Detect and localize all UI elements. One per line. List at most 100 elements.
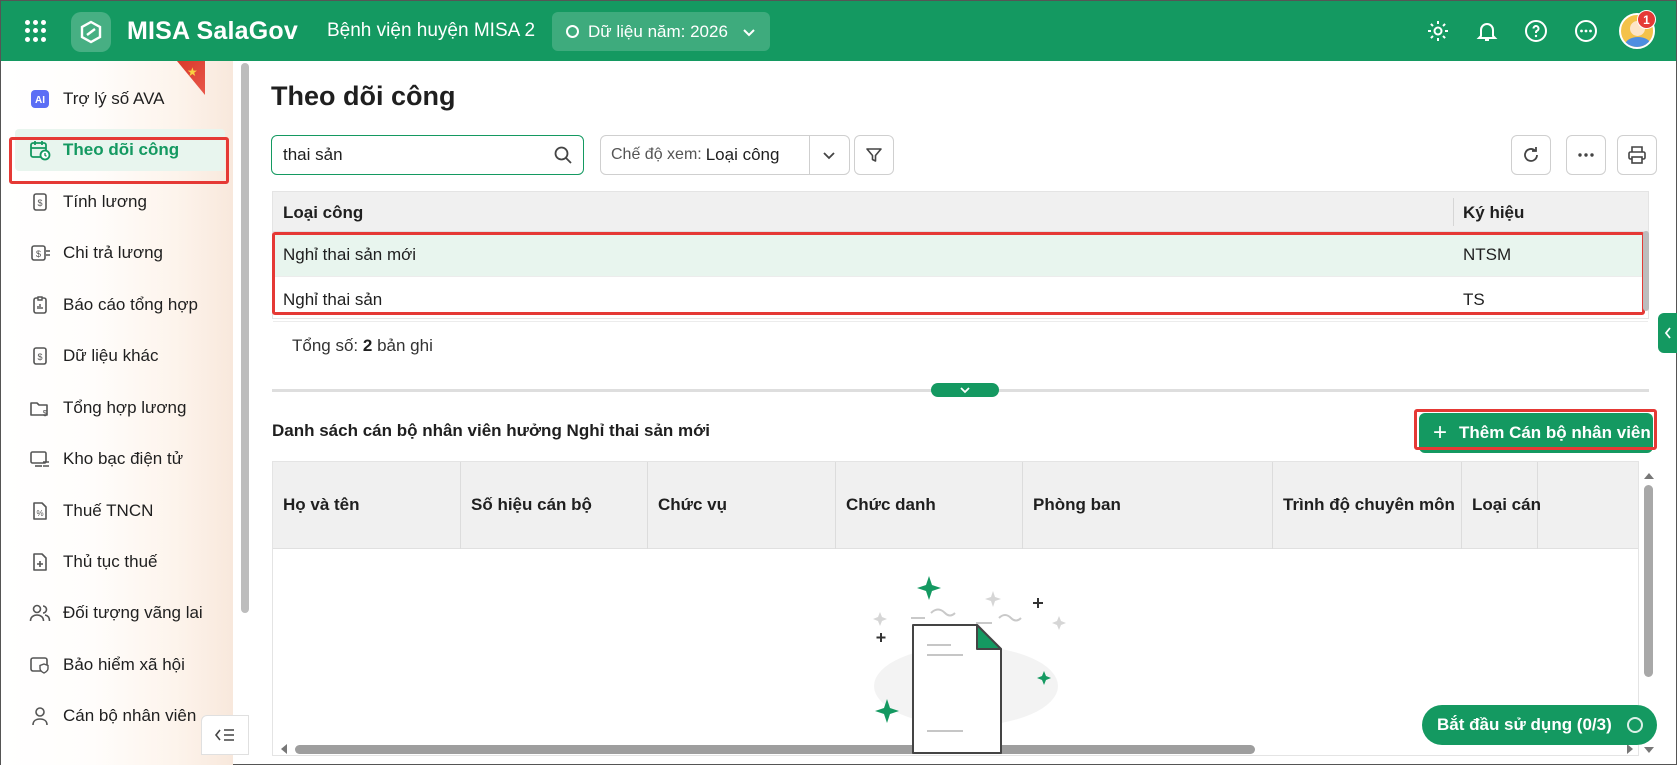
person-icon bbox=[29, 705, 51, 727]
more-actions-button[interactable] bbox=[1566, 135, 1606, 175]
column-header[interactable]: Loại công bbox=[283, 203, 363, 223]
bell-icon[interactable] bbox=[1473, 17, 1501, 45]
sidebar-scrollbar[interactable] bbox=[241, 63, 249, 613]
print-button[interactable] bbox=[1617, 135, 1657, 175]
year-label: Dữ liệu năm: 2026 bbox=[588, 21, 728, 41]
add-staff-button[interactable]: + Thêm Cán bộ nhân viên bbox=[1419, 413, 1653, 453]
cell-code: TS bbox=[1463, 290, 1485, 309]
organization-name: Bệnh viện huyện MISA 2 bbox=[327, 20, 536, 41]
collapse-icon bbox=[214, 729, 234, 741]
svg-text:$: $ bbox=[37, 352, 42, 362]
refresh-button[interactable] bbox=[1511, 135, 1551, 175]
work-type-table: Loại công Ký hiệu Nghỉ thai sản mới NTSM… bbox=[272, 191, 1649, 322]
chevron-down-icon bbox=[742, 24, 756, 44]
chevron-left-icon bbox=[1664, 327, 1671, 339]
staff-list-title: Danh sách cán bộ nhân viên hưởng Nghỉ th… bbox=[272, 421, 710, 440]
filter-button[interactable] bbox=[854, 135, 894, 175]
sidebar-item-label: Thuế TNCN bbox=[63, 501, 154, 520]
column-header[interactable]: Chức danh bbox=[836, 462, 1023, 549]
table-row[interactable]: Nghỉ thai sản mới NTSM bbox=[273, 233, 1648, 277]
app-launcher-icon[interactable] bbox=[25, 20, 47, 42]
report-icon bbox=[29, 294, 51, 316]
table-row[interactable]: Nghỉ thai sản TS bbox=[273, 278, 1648, 322]
column-header[interactable]: Số hiệu cán bộ bbox=[461, 462, 648, 549]
sidebar-item-label: Đối tượng vãng lai bbox=[63, 603, 203, 622]
gear-icon[interactable] bbox=[1424, 17, 1452, 45]
cell-work-type: Nghỉ thai sản mới bbox=[283, 245, 417, 264]
users-icon bbox=[29, 602, 51, 624]
column-header[interactable]: Chức vụ bbox=[648, 462, 836, 549]
horizontal-scroll-thumb[interactable] bbox=[295, 745, 1255, 754]
calendar-clock-icon bbox=[29, 139, 51, 161]
sidebar-item[interactable]: Đối tượng vãng lai bbox=[15, 592, 225, 634]
sidebar-item[interactable]: Theo dõi công bbox=[15, 129, 225, 171]
expand-panel-tab[interactable] bbox=[1658, 313, 1677, 353]
sidebar-item[interactable]: $ Tổng hợp lương bbox=[15, 387, 225, 429]
sidebar-item[interactable]: Thủ tục thuế bbox=[15, 541, 225, 583]
column-header[interactable]: Loại cán bbox=[1462, 462, 1541, 549]
sidebar-item-label: Cán bộ nhân viên bbox=[63, 706, 197, 725]
svg-text:$: $ bbox=[36, 249, 41, 259]
search-input[interactable]: thai sản bbox=[271, 135, 584, 175]
printer-icon bbox=[1628, 146, 1646, 164]
app-title: MISA SalaGov bbox=[127, 17, 298, 45]
sidebar-item[interactable]: Kho bạc điện tử bbox=[15, 438, 225, 480]
year-selector[interactable]: Dữ liệu năm: 2026 bbox=[552, 12, 770, 51]
sidebar-item[interactable]: Cán bộ nhân viên bbox=[15, 695, 225, 737]
svg-text:AI: AI bbox=[35, 95, 45, 106]
total-count: 2 bbox=[362, 336, 373, 355]
payment-icon: $ bbox=[29, 242, 51, 264]
sidebar-item-label: Trợ lý số AVA bbox=[63, 89, 165, 108]
ai-icon: AI bbox=[29, 88, 51, 110]
sidebar-item-label: Bảo hiểm xã hội bbox=[63, 655, 185, 674]
sidebar-item-label: Kho bạc điện tử bbox=[63, 449, 184, 468]
sidebar-item[interactable]: Bảo hiểm xã hội bbox=[15, 644, 225, 686]
sidebar-item-label: Theo dõi công bbox=[63, 140, 180, 159]
column-header[interactable]: Trình độ chuyên môn bbox=[1273, 462, 1462, 549]
get-started-button[interactable]: Bắt đầu sử dụng (0/3) bbox=[1422, 705, 1657, 745]
table-header: Loại công Ký hiệu bbox=[273, 192, 1648, 232]
sidebar-item[interactable]: $ Tính lương bbox=[15, 181, 225, 223]
view-mode-label: Chế độ xem: bbox=[611, 146, 702, 163]
svg-text:$: $ bbox=[43, 409, 48, 418]
total-suffix: bản ghi bbox=[377, 336, 433, 355]
data-doc-icon: $ bbox=[29, 345, 51, 367]
sidebar-item-label: Tổng hợp lương bbox=[63, 398, 187, 417]
add-staff-label: Thêm Cán bộ nhân viên bbox=[1459, 423, 1651, 442]
search-value[interactable]: thai sản bbox=[283, 145, 343, 165]
chevron-down-icon[interactable] bbox=[821, 147, 837, 168]
splitter-handle[interactable] bbox=[931, 383, 999, 397]
folder-money-icon: $ bbox=[29, 397, 51, 419]
help-icon[interactable] bbox=[1522, 17, 1550, 45]
treasury-icon bbox=[29, 448, 51, 470]
column-header[interactable]: Ký hiệu bbox=[1463, 203, 1524, 223]
get-started-label: Bắt đầu sử dụng (0/3) bbox=[1437, 715, 1612, 734]
collapse-sidebar-button[interactable] bbox=[201, 715, 249, 755]
view-mode-select[interactable]: Chế độ xem: Loại công bbox=[600, 135, 850, 175]
sidebar-item[interactable]: % Thuế TNCN bbox=[15, 490, 225, 532]
sidebar-item-label: Tính lương bbox=[63, 192, 147, 211]
view-mode-value: Loại công bbox=[705, 145, 780, 164]
top-bar: MISA SalaGov Bệnh viện huyện MISA 2 Dữ l… bbox=[1, 1, 1676, 61]
more-options-icon[interactable] bbox=[1572, 17, 1600, 45]
plus-icon: + bbox=[1433, 419, 1448, 446]
table-scrollbar[interactable] bbox=[1643, 231, 1649, 311]
total-records: Tổng số: 2 bản ghi bbox=[292, 336, 433, 356]
notification-badge: 1 bbox=[1637, 10, 1656, 29]
svg-text:%: % bbox=[36, 509, 43, 518]
doc-plus-icon bbox=[29, 551, 51, 573]
sidebar-item-label: Thủ tục thuế bbox=[63, 552, 158, 571]
shield-card-icon bbox=[29, 654, 51, 676]
search-icon[interactable] bbox=[553, 145, 573, 170]
table-header: Họ và tên Số hiệu cán bộ Chức vụ Chức da… bbox=[273, 462, 1638, 549]
column-header[interactable]: Họ và tên bbox=[273, 462, 461, 549]
sidebar-item[interactable]: AI Trợ lý số AVA bbox=[15, 78, 225, 120]
vertical-scroll-thumb[interactable] bbox=[1644, 485, 1653, 677]
sidebar-item[interactable]: Báo cáo tổng hợp bbox=[15, 284, 225, 326]
sidebar-item[interactable]: $ Dữ liệu khác bbox=[15, 335, 225, 377]
sidebar-item[interactable]: $ Chi trả lương bbox=[15, 232, 225, 274]
empty-state-illustration bbox=[851, 571, 1081, 756]
chevron-down-icon bbox=[960, 387, 970, 394]
column-header[interactable]: Phòng ban bbox=[1023, 462, 1273, 549]
total-prefix: Tổng số: bbox=[292, 336, 359, 355]
